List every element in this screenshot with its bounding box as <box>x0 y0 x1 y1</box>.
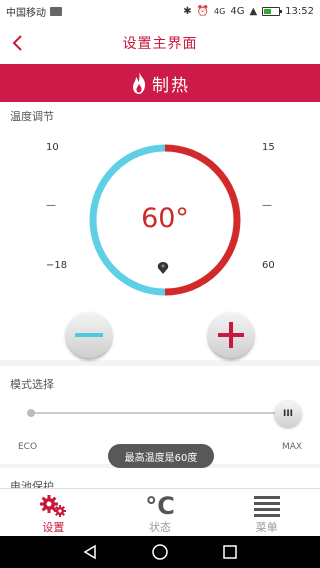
dial-pointer-icon[interactable] <box>157 262 169 274</box>
scale-bottom-right: 60 <box>262 260 275 271</box>
clock-time: 13:52 <box>285 5 314 17</box>
increase-temperature-button[interactable] <box>208 312 254 358</box>
tab-status-label: 状态 <box>149 521 171 534</box>
nav-back-button[interactable] <box>80 542 100 562</box>
bottom-tab-bar: 设置 °C 状态 菜单 <box>0 488 320 536</box>
mode-select-section-title: 模式选择 <box>10 378 54 391</box>
mode-max-label: MAX <box>282 442 303 452</box>
scale-bottom-left: −18 <box>46 260 68 271</box>
battery-protection-panel: 电池保护 <box>0 468 320 488</box>
scale-top-left: 10 <box>46 142 59 153</box>
battery-icon <box>262 6 283 16</box>
tab-settings-label: 设置 <box>42 521 65 534</box>
system-nav-bar <box>0 536 320 568</box>
toast-message: 最高温度是60度 <box>108 444 214 468</box>
minus-icon <box>75 333 103 337</box>
celsius-icon: °C <box>145 491 175 520</box>
mode-label: 制热 <box>152 75 190 96</box>
network-small-label: 4G <box>214 6 226 16</box>
plus-icon <box>218 322 244 348</box>
back-button[interactable] <box>8 31 30 55</box>
carrier-label: 中国移动 <box>6 7 46 19</box>
app-header: 设置主界面 <box>0 22 320 64</box>
decrease-temperature-button[interactable] <box>66 312 112 358</box>
square-recents-icon <box>223 545 237 559</box>
nav-recents-button[interactable] <box>220 542 240 562</box>
tab-menu-label: 菜单 <box>255 521 278 534</box>
mode-slider-start-dot <box>27 409 35 417</box>
mode-min-label: ECO <box>18 442 38 452</box>
temperature-dial[interactable]: 60° <box>85 140 245 300</box>
tab-settings[interactable]: 设置 <box>0 489 107 536</box>
scale-mid-left: — <box>46 200 56 211</box>
page-title: 设置主界面 <box>122 36 198 52</box>
menu-icon <box>253 495 280 517</box>
mode-slider-thumb[interactable]: III <box>275 401 301 427</box>
tab-menu[interactable]: 菜单 <box>213 489 320 536</box>
battery-protection-title: 电池保护 <box>10 480 54 488</box>
tab-status[interactable]: °C 状态 <box>107 489 214 536</box>
scale-mid-right: — <box>262 200 272 211</box>
temperature-panel: 温度调节 10 — −18 15 — 60 60° <box>0 102 320 360</box>
scale-top-right: 15 <box>262 142 275 153</box>
signal-icon: ▲ <box>249 5 258 17</box>
image-notification-icon <box>50 6 62 16</box>
grip-icon: III <box>282 409 294 419</box>
circle-home-icon <box>152 544 168 560</box>
alarm-icon: ⏰ <box>196 5 210 17</box>
dial-value-text: 60° <box>141 203 189 234</box>
chevron-left-icon <box>12 35 22 51</box>
temperature-section-title: 温度调节 <box>10 110 54 123</box>
status-bar: 中国移动 ✱ ⏰ 4G 4G ▲ 13:52 <box>0 0 320 22</box>
flame-icon <box>133 72 146 94</box>
mode-slider-track[interactable] <box>30 412 290 414</box>
network-label: 4G <box>230 5 245 17</box>
bluetooth-icon: ✱ <box>183 5 192 17</box>
mode-banner: 制热 <box>0 64 320 102</box>
triangle-back-icon <box>83 544 96 560</box>
gears-icon <box>40 494 67 517</box>
nav-home-button[interactable] <box>150 542 170 562</box>
